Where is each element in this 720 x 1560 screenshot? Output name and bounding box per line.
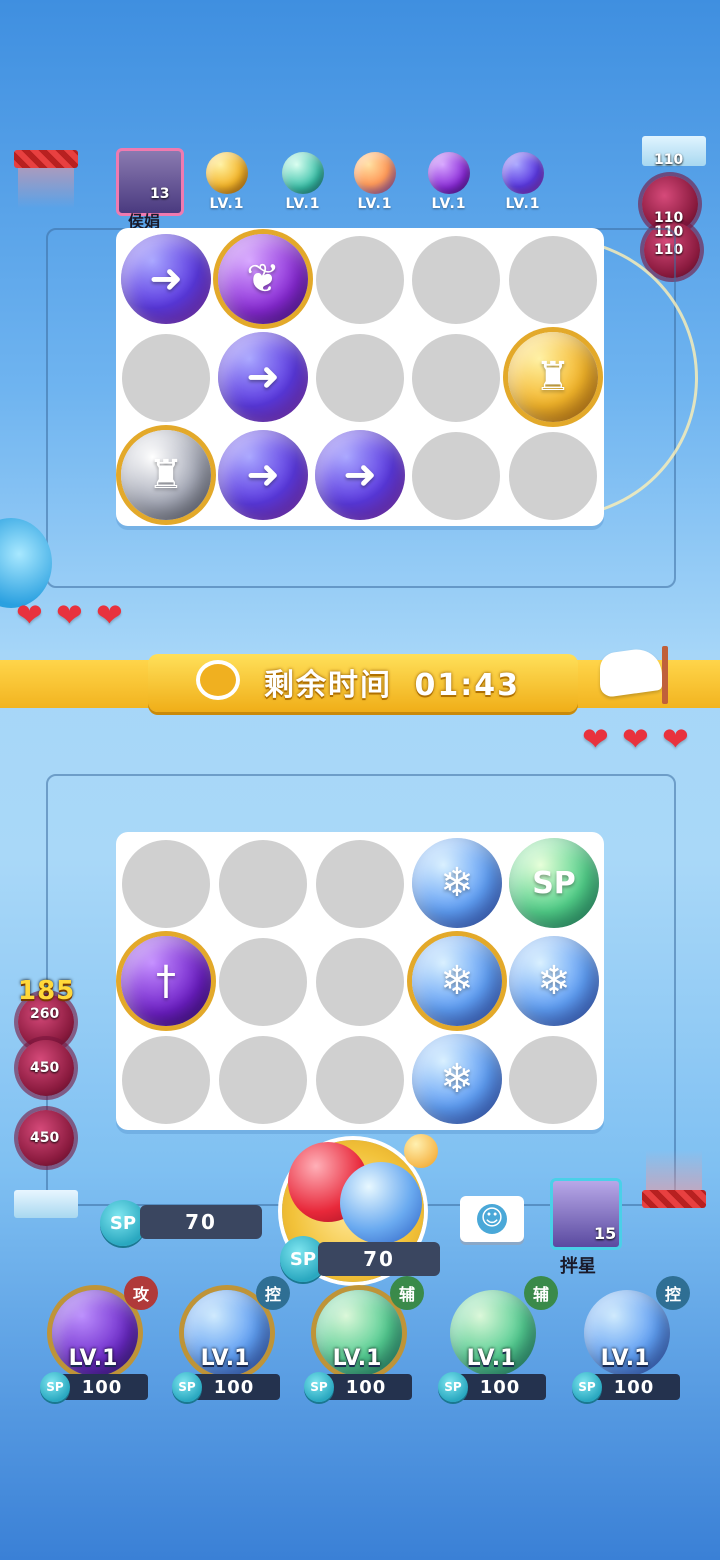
enemy-wave-counter: 185 [18, 976, 76, 1006]
player-board: ❄ SP † ❄ ❄ ❄ [116, 832, 604, 1130]
deck-sp-icon-1: SP [40, 1372, 70, 1402]
deck-sp-icon-4: SP [438, 1372, 468, 1402]
opponent-deck-level-5: LV.1 [505, 196, 541, 212]
deck-sp-icon-3: SP [304, 1372, 334, 1402]
opponent-empty-slot [316, 236, 404, 324]
player-right-beam [646, 1150, 702, 1190]
deck-sp-icon-2: SP [172, 1372, 202, 1402]
opponent-heart-icon: ❤ [96, 596, 123, 634]
deck-level-4: LV.1 [466, 1346, 516, 1371]
opponent-deck-knight-icon [206, 152, 248, 194]
opponent-board: ➜ ❦ ➜ ♜ ♜ ➜ ➜ [116, 228, 604, 526]
deck-tag-support: 辅 [390, 1276, 424, 1310]
player-enemy-hp-2: 450 [30, 1060, 60, 1076]
player-empty-slot[interactable] [122, 840, 210, 928]
player-empty-slot[interactable] [509, 1036, 597, 1124]
smile-icon: ☺ [477, 1204, 507, 1234]
emote-button[interactable]: ☺ [460, 1196, 524, 1242]
player-orb-ice[interactable]: ❄ [412, 936, 502, 1026]
opponent-orb-arrow: ➜ [315, 430, 405, 520]
player-heart-icon: ❤ [662, 720, 689, 758]
opponent-empty-slot [412, 236, 500, 324]
player-enemy-hp-3: 450 [30, 1130, 60, 1146]
deck-tag-control: 控 [256, 1276, 290, 1310]
crest-icon [196, 660, 240, 700]
player-enemy-hp-1: 260 [30, 1006, 60, 1022]
player-orb-ice[interactable]: ❄ [412, 838, 502, 928]
player-left-pedestal [14, 1190, 78, 1218]
opponent-deck-octopus-icon [354, 152, 396, 194]
opponent-deck-level-2: LV.1 [285, 196, 321, 212]
opponent-orb-arrow: ➜ [218, 430, 308, 520]
player-empty-slot[interactable] [316, 938, 404, 1026]
opponent-deck-leaf-icon [428, 152, 470, 194]
player-orb-sword[interactable]: † [121, 936, 211, 1026]
opponent-avatar[interactable] [116, 148, 184, 216]
player-orb-ice[interactable]: ❄ [412, 1034, 502, 1124]
opponent-deck-level-4: LV.1 [431, 196, 467, 212]
opponent-orb-arrow: ➜ [121, 234, 211, 324]
opponent-left-beam [18, 168, 74, 208]
deck-sp-icon-5: SP [572, 1372, 602, 1402]
player-empty-slot[interactable] [122, 1036, 210, 1124]
deck-tag-attack: 攻 [124, 1276, 158, 1310]
player-orb-ice[interactable]: ❄ [509, 936, 599, 1026]
player-sp-value: 70 [140, 1205, 262, 1239]
opponent-empty-slot [412, 334, 500, 422]
opponent-heart-icon: ❤ [16, 596, 43, 634]
opponent-orb-leaf: ❦ [218, 234, 308, 324]
summon-blue-orb-icon [340, 1162, 422, 1244]
timer-label: 剩余时间 [264, 668, 392, 703]
player-heart-icon: ❤ [622, 720, 649, 758]
player-empty-slot[interactable] [316, 1036, 404, 1124]
opponent-empty-slot [509, 236, 597, 324]
opponent-orb-silver-knight: ♜ [121, 430, 211, 520]
opponent-orb-knight: ♜ [508, 332, 598, 422]
opponent-avatar-level: 13 [150, 186, 170, 202]
deck-level-5: LV.1 [600, 1346, 650, 1371]
summon-knob [404, 1134, 438, 1168]
deck-tag-control: 控 [656, 1276, 690, 1310]
opponent-empty-slot [122, 334, 210, 422]
opponent-enemy-hp-1: 110 [654, 152, 684, 168]
opponent-deck-level-3: LV.1 [357, 196, 393, 212]
opponent-left-pedestal [14, 150, 78, 168]
timer-text: 剩余时间 01:43 [264, 660, 520, 704]
deck-level-3: LV.1 [332, 1346, 382, 1371]
player-empty-slot[interactable] [219, 840, 307, 928]
white-flag-icon[interactable] [600, 645, 670, 704]
player-name: 拌星 [560, 1256, 596, 1277]
deck-level-1: LV.1 [68, 1346, 118, 1371]
opponent-heart-icon: ❤ [56, 596, 83, 634]
opponent-deck-arrow-icon [502, 152, 544, 194]
player-empty-slot[interactable] [219, 938, 307, 1026]
opponent-deck-wind-icon [282, 152, 324, 194]
opponent-orb-arrow: ➜ [218, 332, 308, 422]
player-avatar-level: 15 [594, 1224, 617, 1243]
player-right-pedestal [642, 1190, 706, 1208]
player-orb-sp[interactable]: SP [509, 838, 599, 928]
deck-level-2: LV.1 [200, 1346, 250, 1371]
opponent-deck-level-1: LV.1 [209, 196, 245, 212]
opponent-empty-slot [316, 334, 404, 422]
opponent-empty-slot [509, 432, 597, 520]
player-heart-icon: ❤ [582, 720, 609, 758]
summon-sp-cost: 70 [318, 1242, 440, 1276]
shark-boss-icon [0, 518, 52, 608]
deck-tag-support: 辅 [524, 1276, 558, 1310]
timer-value: 01:43 [414, 668, 520, 703]
opponent-empty-slot [412, 432, 500, 520]
player-empty-slot[interactable] [316, 840, 404, 928]
player-empty-slot[interactable] [219, 1036, 307, 1124]
